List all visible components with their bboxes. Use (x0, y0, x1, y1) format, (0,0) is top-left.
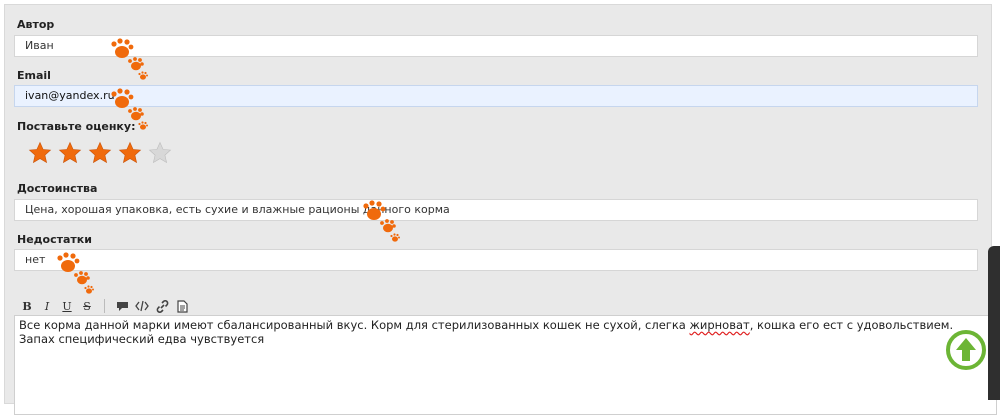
editor-toolbar: B I U S (20, 299, 189, 313)
code-icon[interactable] (135, 299, 149, 313)
paw-print-icon (56, 252, 96, 300)
email-field[interactable]: ivan@yandex.ru (14, 85, 978, 107)
side-feedback-tab[interactable] (988, 246, 1000, 400)
editor-text: Все корма данной марки имеют сбалансиров… (19, 318, 690, 332)
author-label: Автор (17, 18, 55, 31)
bold-button[interactable]: B (20, 299, 34, 313)
italic-button[interactable]: I (40, 299, 54, 313)
star-filled-icon[interactable] (88, 141, 112, 165)
star-filled-icon[interactable] (118, 141, 142, 165)
paw-print-icon (110, 88, 150, 136)
link-icon[interactable] (155, 299, 169, 313)
star-filled-icon[interactable] (58, 141, 82, 165)
cons-label: Недостатки (17, 233, 92, 246)
paw-print-icon (362, 200, 402, 248)
paw-print-icon (110, 38, 150, 86)
speech-bubble-icon[interactable] (115, 299, 129, 313)
rating-stars[interactable] (28, 141, 172, 165)
underline-button[interactable]: U (60, 299, 74, 313)
author-field[interactable]: Иван (14, 35, 978, 57)
document-icon[interactable] (175, 299, 189, 313)
cons-field[interactable]: нет (14, 249, 978, 271)
toolbar-divider (104, 299, 105, 313)
pros-label: Достоинства (17, 182, 98, 195)
star-empty-icon[interactable] (148, 141, 172, 165)
strikethrough-button[interactable]: S (80, 299, 94, 313)
email-label: Email (17, 69, 51, 82)
star-filled-icon[interactable] (28, 141, 52, 165)
scroll-to-top-button[interactable] (946, 330, 986, 370)
pros-field[interactable]: Цена, хорошая упаковка, есть сухие и вла… (14, 199, 978, 221)
arrow-up-icon (956, 338, 976, 361)
review-text-editor[interactable]: Все корма данной марки имеют сбалансиров… (14, 315, 997, 415)
misspelled-word: жирноват (689, 318, 750, 332)
